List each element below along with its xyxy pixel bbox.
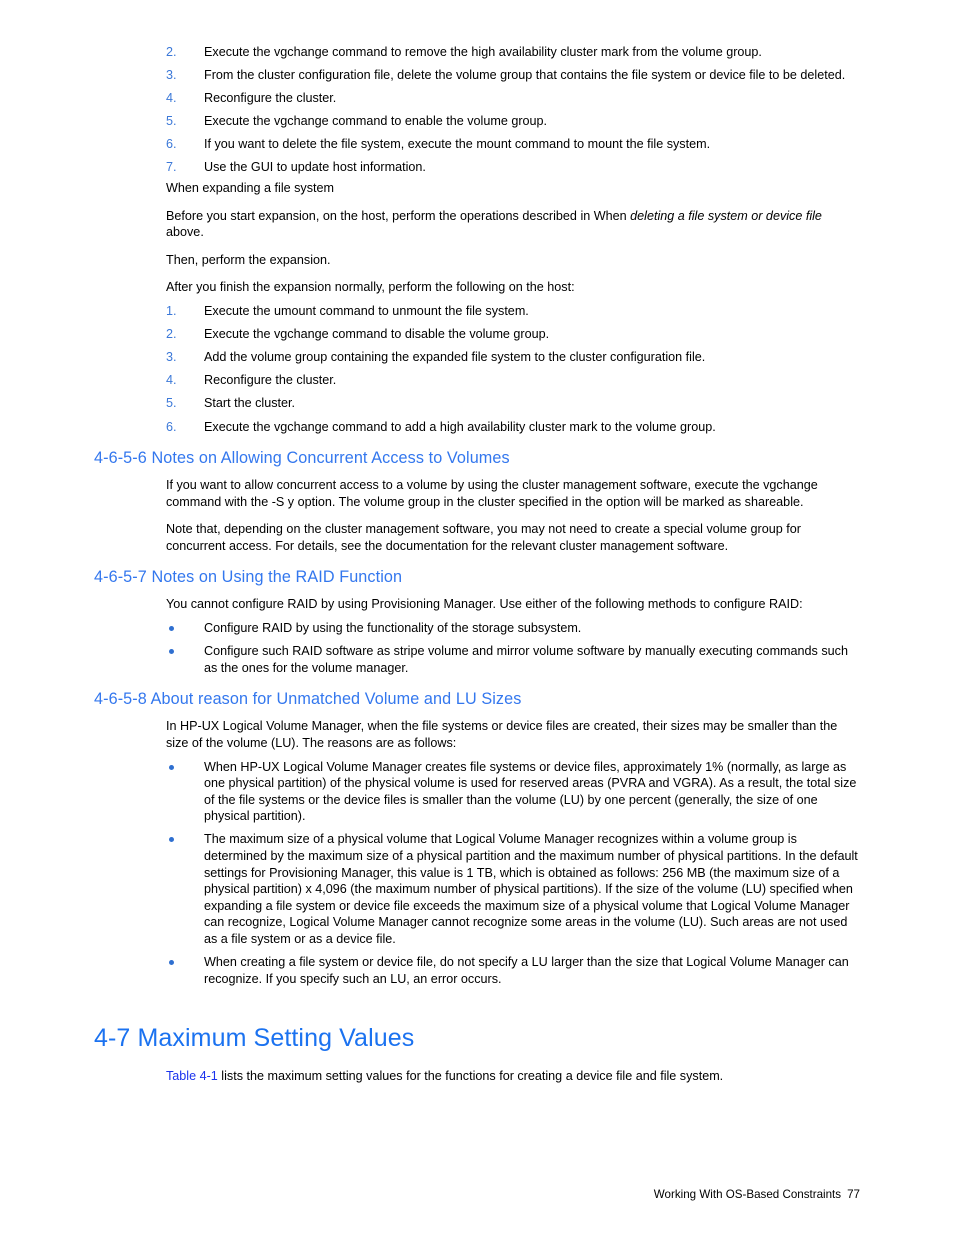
list-item: 2. Execute the vgchange command to remov…: [166, 44, 860, 61]
list-item-text: Execute the vgchange command to add a hi…: [204, 419, 716, 434]
list-item-text: Execute the vgchange command to remove t…: [204, 45, 762, 59]
bullet-icon: [169, 837, 174, 843]
concurrent-paragraph-2: Note that, depending on the cluster mana…: [166, 522, 801, 553]
concurrent-paragraph-1: If you want to allow concurrent access t…: [166, 478, 818, 509]
list-item: 4. Reconfigure the cluster.: [166, 372, 860, 389]
page-content: 2. Execute the vgchange command to remov…: [94, 44, 860, 1085]
list-item: 3. Add the volume group containing the e…: [166, 349, 860, 366]
document-page: 2. Execute the vgchange command to remov…: [0, 0, 954, 1235]
list-item-text: Execute the vgchange command to enable t…: [204, 114, 548, 129]
list-item-text: From the cluster configuration file, del…: [204, 68, 846, 83]
list-marker: 5.: [166, 396, 177, 411]
expanding-lead-paragraph: When expanding a file system: [166, 181, 335, 196]
list-marker: 3.: [166, 350, 177, 365]
max-setting-paragraph: Table 4-1 lists the maximum setting valu…: [166, 1068, 860, 1085]
bullet-icon: [169, 649, 174, 655]
list-item: When HP-UX Logical Volume Manager create…: [166, 759, 860, 825]
list-item-text: Execute the vgchange command to disable …: [204, 327, 550, 342]
list-item-text: The maximum size of a physical volume th…: [204, 832, 858, 946]
list-item-text: If you want to delete the file system, e…: [204, 137, 711, 152]
bullet-icon: [169, 960, 174, 966]
list-item: 5. Start the cluster.: [166, 395, 860, 412]
deleting-steps-list: 2. Execute the vgchange command to remov…: [94, 44, 860, 176]
footer-label: Working With OS-Based Constraints 77: [654, 1187, 860, 1202]
list-item: When creating a file system or device fi…: [166, 954, 860, 987]
list-item: 5. Execute the vgchange command to enabl…: [166, 113, 860, 130]
list-marker: 5.: [166, 114, 177, 129]
list-item: 2. Execute the vgchange command to disab…: [166, 326, 860, 343]
list-item-text: Reconfigure the cluster.: [204, 373, 337, 388]
list-item: 1. Execute the umount command to unmount…: [166, 303, 860, 320]
list-marker: 6.: [166, 419, 177, 434]
footer-running-head: Working With OS-Based Constraints: [653, 1188, 842, 1201]
before-italic-text: deleting a file system or device file: [630, 208, 822, 223]
expanding-before-paragraph: Before you start expansion, on the host,…: [166, 208, 860, 241]
max-setting-paragraph-text: lists the maximum setting values for the…: [217, 1069, 724, 1084]
section-heading-4-7: 4-7 Maximum Setting Values: [94, 1024, 415, 1053]
bullet-icon: [169, 764, 174, 770]
section-heading-4-6-5-6: 4-6-5-6 Notes on Allowing Concurrent Acc…: [94, 449, 510, 468]
list-item: 6. Execute the vgchange command to add a…: [166, 419, 860, 436]
expanding-steps-list: 1. Execute the umount command to unmount…: [94, 303, 860, 435]
bullet-icon: [169, 626, 174, 632]
list-marker: 2.: [166, 327, 177, 342]
list-item-text: Add the volume group containing the expa…: [204, 350, 706, 365]
list-item: Configure such RAID software as stripe v…: [166, 643, 860, 676]
list-marker: 2.: [166, 45, 177, 59]
list-item-text: When HP-UX Logical Volume Manager create…: [204, 759, 857, 824]
expanding-then-paragraph: Then, perform the expansion.: [166, 252, 331, 267]
section-heading-4-6-5-7: 4-6-5-7 Notes on Using the RAID Function: [94, 568, 403, 587]
raid-bullet-list: Configure RAID by using the functionalit…: [94, 620, 860, 676]
list-item: Configure RAID by using the functionalit…: [166, 620, 860, 637]
list-marker: 7.: [166, 160, 177, 175]
list-marker: 6.: [166, 137, 177, 152]
list-item: The maximum size of a physical volume th…: [166, 831, 860, 947]
list-item-text: Reconfigure the cluster.: [204, 91, 337, 106]
list-item-text: Start the cluster.: [204, 396, 295, 411]
page-number: 77: [847, 1188, 860, 1201]
unmatched-bullet-list: When HP-UX Logical Volume Manager create…: [94, 759, 860, 988]
page-footer: Working With OS-Based Constraints 77: [0, 1175, 954, 1235]
list-item-text: Configure such RAID software as stripe v…: [204, 644, 848, 675]
list-item-text: When creating a file system or device fi…: [204, 955, 849, 986]
before-prefix-text: Before you start expansion, on the host,…: [166, 208, 631, 223]
list-marker: 3.: [166, 68, 177, 83]
raid-paragraph-1: You cannot configure RAID by using Provi…: [166, 597, 803, 612]
expanding-after-paragraph: After you finish the expansion normally,…: [166, 280, 575, 295]
list-marker: 4.: [166, 91, 177, 106]
list-marker: 4.: [166, 373, 177, 388]
before-suffix-text: above.: [166, 225, 204, 240]
list-item: 7. Use the GUI to update host informatio…: [166, 159, 860, 176]
unmatched-paragraph-1: In HP-UX Logical Volume Manager, when th…: [166, 719, 838, 750]
list-item-text: Configure RAID by using the functionalit…: [204, 621, 582, 636]
table-4-1-link[interactable]: Table 4-1: [166, 1069, 218, 1083]
list-item-text: Use the GUI to update host information.: [204, 160, 426, 175]
list-marker: 1.: [166, 304, 177, 319]
list-item-text: Execute the umount command to unmount th…: [204, 304, 529, 319]
list-item: 6. If you want to delete the file system…: [166, 136, 860, 153]
section-heading-4-6-5-8: 4-6-5-8 About reason for Unmatched Volum…: [94, 690, 522, 709]
list-item: 3. From the cluster configuration file, …: [166, 67, 860, 84]
list-item: 4. Reconfigure the cluster.: [166, 90, 860, 107]
